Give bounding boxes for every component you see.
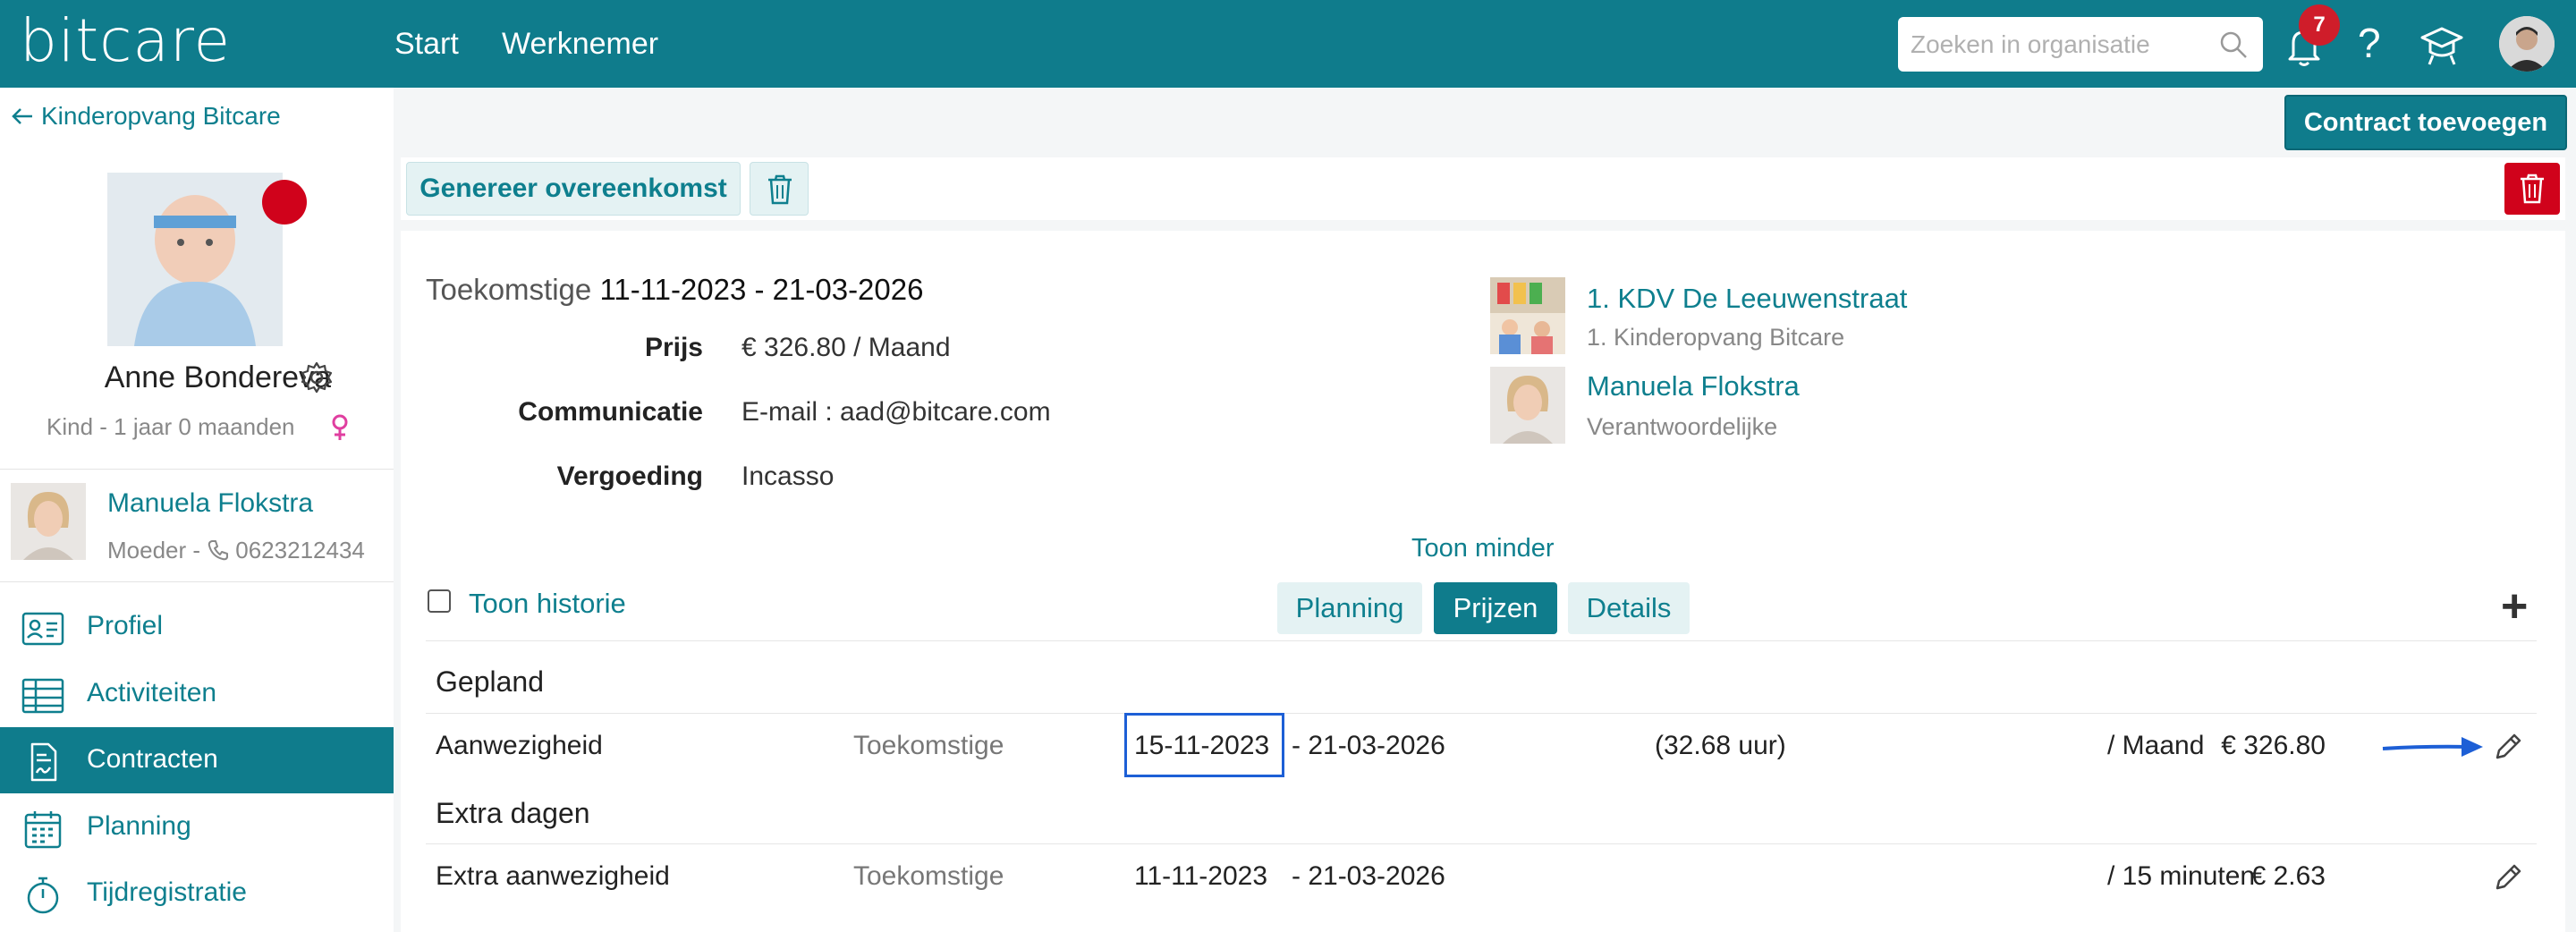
sidebar-item-label[interactable]: Profiel — [87, 608, 163, 644]
section-title-extra-dagen: Extra dagen — [436, 797, 590, 829]
add-price-button[interactable]: + — [2501, 581, 2528, 631]
sidebar-item-label[interactable]: Planning — [87, 809, 191, 844]
field-value-prijs: € 326.80 / Maand — [741, 333, 951, 362]
graduation-cap-icon[interactable] — [2417, 20, 2467, 70]
child-photo — [107, 173, 283, 346]
location-org: 1. Kinderopvang Bitcare — [1587, 324, 1845, 351]
parent-photo — [11, 483, 86, 560]
nav-werknemer[interactable]: Werknemer — [502, 25, 658, 63]
contract-date-range: 11-11-2023 - 21-03-2026 — [599, 273, 924, 306]
child-name: Anne Bondereva — [104, 360, 331, 394]
location-name[interactable]: 1. KDV De Leeuwenstraat — [1587, 281, 1907, 317]
responsible-name[interactable]: Manuela Flokstra — [1587, 369, 1800, 404]
divider — [0, 581, 394, 582]
field-value-vergoeding: Incasso — [741, 462, 835, 491]
table-row: Aanwezigheid Toekomstige 15-11-2023 - 21… — [426, 714, 2537, 778]
bitcare-logo[interactable]: bitcare — [20, 5, 231, 77]
price-unit: / Maand — [2107, 731, 2205, 760]
parent-photo-image — [11, 483, 86, 560]
show-history-label[interactable]: Toon historie — [469, 586, 626, 622]
arrow-left-icon — [12, 108, 32, 124]
delete-contract-button[interactable] — [2504, 163, 2560, 215]
price-unit: / 15 minuten — [2107, 861, 2256, 891]
back-link-label[interactable]: Kinderopvang Bitcare — [41, 102, 281, 130]
user-avatar[interactable] — [2499, 16, 2555, 72]
parent-name[interactable]: Manuela Flokstra — [107, 487, 313, 521]
divider — [0, 469, 394, 470]
stopwatch-icon — [27, 877, 59, 914]
help-icon[interactable]: ? — [2358, 18, 2381, 68]
contract-status: Toekomstige — [426, 273, 592, 306]
price-status: Toekomstige — [853, 731, 1004, 760]
contract-status-line: Toekomstige 11-11-2023 - 21-03-2026 — [426, 271, 923, 309]
parent-relation: Moeder - — [107, 537, 208, 563]
sidebar-item-profiel[interactable]: Profiel — [0, 594, 394, 660]
sidebar-item-label[interactable]: Contracten — [87, 741, 218, 777]
contract-card — [401, 231, 2565, 932]
divider — [426, 640, 2537, 641]
generate-agreement-button[interactable]: Genereer overeenkomst — [406, 162, 741, 216]
child-meta: Kind - 1 jaar 0 maanden — [47, 413, 295, 440]
sidebar-item-activiteiten[interactable]: Activiteiten — [0, 661, 394, 727]
price-start-date: 11-11-2023 — [1134, 861, 1268, 891]
responsible-role: Verantwoordelijke — [1587, 413, 1778, 440]
gear-icon[interactable] — [299, 360, 335, 395]
tab-details[interactable]: Details — [1568, 582, 1690, 634]
sidebar-item-tijdregistratie[interactable]: Tijdregistratie — [0, 860, 394, 927]
status-dot — [262, 180, 307, 225]
price-hours: (32.68 uur) — [1655, 731, 1786, 760]
user-avatar-image — [2499, 16, 2555, 72]
trash-icon — [2521, 174, 2544, 204]
show-history-checkbox[interactable] — [428, 589, 451, 613]
responsible-photo — [1490, 367, 1565, 444]
price-status: Toekomstige — [853, 861, 1004, 891]
profile-card-icon — [21, 612, 64, 646]
sidebar-item-planning[interactable]: Planning — [0, 794, 394, 860]
price-end-date: - 21-03-2026 — [1292, 861, 1445, 891]
sidebar-item-contracten[interactable]: Contracten — [0, 727, 394, 793]
field-value-communicatie: E-mail : aad@bitcare.com — [741, 397, 1051, 427]
phone-icon — [208, 540, 229, 561]
child-photo-image — [107, 173, 283, 346]
highlight-box — [1124, 713, 1284, 777]
document-icon — [30, 742, 57, 782]
field-label-prijs: Prijs — [644, 333, 703, 362]
add-contract-button[interactable]: Contract toevoegen — [2284, 95, 2567, 150]
back-link[interactable]: Kinderopvang Bitcare — [11, 100, 281, 132]
delete-agreement-button[interactable] — [750, 162, 809, 216]
parent-meta: Moeder - 0623212434 — [107, 535, 394, 565]
nav-start[interactable]: Start — [394, 25, 459, 63]
pencil-icon[interactable] — [2490, 729, 2526, 765]
location-photo-image — [1490, 277, 1565, 354]
price-end-date: - 21-03-2026 — [1292, 731, 1445, 760]
responsible-photo-image — [1490, 367, 1565, 444]
table-icon — [21, 678, 64, 714]
pencil-icon[interactable] — [2490, 860, 2526, 895]
sidebar-item-label[interactable]: Tijdregistratie — [87, 875, 247, 911]
section-title-gepland: Gepland — [436, 665, 544, 698]
annotation-arrow-icon — [2382, 737, 2483, 757]
parent-phone[interactable]: 0623212434 — [235, 537, 365, 563]
field-label-vergoeding: Vergoeding — [556, 462, 703, 491]
search-input[interactable] — [1909, 17, 2204, 72]
price-name: Extra aanwezigheid — [436, 861, 670, 891]
search-icon[interactable] — [2218, 30, 2249, 60]
location-photo — [1490, 277, 1565, 354]
trash-icon — [768, 174, 792, 205]
female-icon — [332, 414, 348, 440]
field-label-communicatie: Communicatie — [518, 397, 703, 427]
notification-badge[interactable]: 7 — [2299, 4, 2340, 46]
show-less-link[interactable]: Toon minder — [1411, 532, 1555, 564]
tab-prijzen[interactable]: Prijzen — [1434, 582, 1557, 634]
sidebar-item-label[interactable]: Activiteiten — [87, 675, 216, 711]
search-box[interactable] — [1898, 17, 2263, 72]
calendar-icon — [24, 811, 62, 849]
price-name: Aanwezigheid — [436, 731, 603, 760]
tab-planning[interactable]: Planning — [1277, 582, 1422, 634]
